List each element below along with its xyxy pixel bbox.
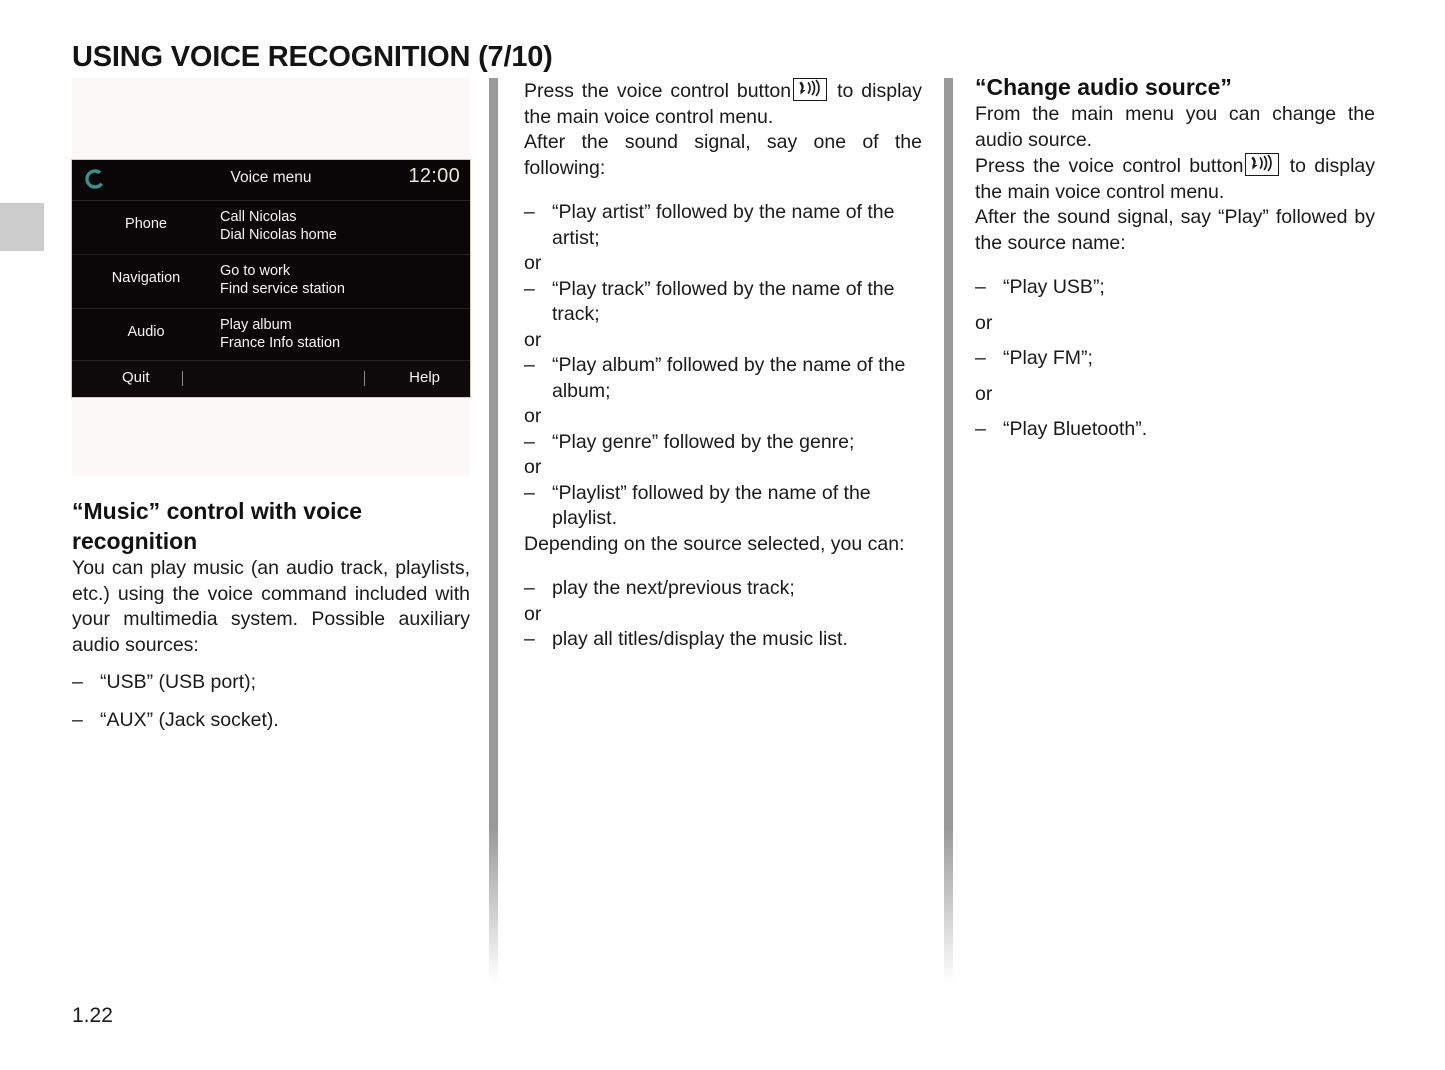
- right-column-heading: “Change audio source”: [975, 74, 1232, 100]
- screen-bottom-bar: Quit Help: [72, 360, 470, 397]
- or-connector: or: [524, 328, 542, 351]
- say-one-of-the-following-paragraph: After the sound signal, say one of the f…: [524, 131, 922, 179]
- separator-tick: [182, 371, 183, 386]
- dash-bullet: –: [524, 577, 535, 599]
- or-connector: or: [524, 405, 542, 427]
- voice-row-commands: Play album France Info station: [220, 316, 340, 352]
- list-item-label: “Play Bluetooth”.: [1003, 418, 1148, 440]
- press-voice-button-paragraph: Press the voice control button to displa…: [524, 78, 922, 130]
- list-item-label: “Play album” followed by the name of the…: [552, 354, 906, 402]
- page-title: USING VOICE RECOGNITION (7/10): [72, 41, 553, 74]
- voice-command: Call Nicolas: [220, 209, 297, 225]
- change-audio-source-paragraph: From the main menu you can change the au…: [975, 103, 1375, 151]
- or-connector: or: [524, 252, 542, 274]
- dash-bullet: –: [72, 708, 83, 731]
- voice-row-category: Navigation: [111, 270, 181, 286]
- screen-topbar: Voice menu 12:00: [72, 160, 470, 201]
- voice-control-button-icon: [793, 78, 828, 101]
- voice-row-phone[interactable]: Phone Call Nicolas Dial Nicolas home: [72, 201, 470, 255]
- voice-command: Play album: [220, 317, 292, 333]
- list-item-label: “USB” (USB port);: [100, 671, 257, 693]
- left-column: Voice menu 12:00 Phone Call Nicolas Dial…: [72, 78, 470, 733]
- voice-row-audio[interactable]: Audio Play album France Info station: [72, 309, 470, 363]
- press-voice-button-text-before: Press the voice control button: [975, 155, 1244, 177]
- list-item-label: “Play FM”;: [1003, 347, 1093, 369]
- voice-row-commands: Call Nicolas Dial Nicolas home: [220, 208, 337, 244]
- dash-bullet: –: [975, 347, 986, 369]
- list-item: – play all titles/display the music list…: [524, 627, 922, 653]
- help-button[interactable]: Help: [409, 369, 440, 386]
- left-column-heading: “Music” control with voice recognition: [72, 498, 363, 554]
- depending-on-source-paragraph: Depending on the source selected, you ca…: [524, 532, 905, 555]
- chapter-tab-marker: [0, 203, 44, 251]
- list-item-label: “Play genre” followed by the genre;: [552, 430, 855, 453]
- or-connector: or: [975, 382, 993, 405]
- list-item: – “AUX” (Jack socket).: [72, 708, 470, 734]
- voice-control-button-icon: [1245, 153, 1280, 176]
- voice-row-category: Audio: [127, 324, 165, 340]
- dash-bullet: –: [975, 276, 986, 298]
- left-column-paragraph: You can play music (an audio track, play…: [72, 557, 470, 656]
- auxiliary-sources-list: – “USB” (USB port); – “AUX” (Jack socket…: [72, 670, 470, 733]
- voice-row-category: Phone: [125, 216, 167, 232]
- dash-bullet: –: [524, 354, 535, 376]
- quit-button[interactable]: Quit: [122, 369, 150, 386]
- dash-bullet: –: [975, 418, 986, 440]
- right-column: “Change audio source” From the main menu…: [975, 74, 1375, 443]
- list-item-label: “Play track” followed by the name of the…: [552, 277, 895, 326]
- or-connector: or: [524, 456, 542, 478]
- voice-menu-screenshot-figure: Voice menu 12:00 Phone Call Nicolas Dial…: [72, 78, 470, 476]
- dash-bullet: –: [524, 430, 535, 453]
- list-item-label: “Playlist” followed by the name of the p…: [552, 481, 871, 530]
- or-connector: or: [975, 311, 993, 334]
- voice-command-rows: Phone Call Nicolas Dial Nicolas home Nav…: [72, 201, 470, 363]
- list-item: – “Play track” followed by the name of t…: [524, 277, 922, 328]
- list-item: – “Playlist” followed by the name of the…: [524, 481, 922, 532]
- voice-command: Go to work: [220, 263, 291, 279]
- infotainment-screen: Voice menu 12:00 Phone Call Nicolas Dial…: [72, 160, 470, 397]
- separator-tick: [364, 371, 365, 386]
- page-number: 1.22: [72, 1004, 113, 1027]
- dash-bullet: –: [524, 628, 535, 650]
- say-play-paragraph: After the sound signal, say “Play” follo…: [975, 206, 1375, 254]
- screen-clock: 12:00: [408, 165, 460, 187]
- voice-command: France Info station: [220, 335, 341, 351]
- column-divider-left: [489, 78, 498, 983]
- list-item: – “Play USB”;: [975, 275, 1375, 301]
- voice-command: Dial Nicolas home: [220, 227, 337, 243]
- list-item-label: “Play artist” followed by the name of th…: [552, 201, 895, 249]
- list-item-label: “AUX” (Jack socket).: [100, 708, 279, 731]
- dash-bullet: –: [524, 201, 535, 223]
- middle-column: Press the voice control button to displa…: [524, 78, 922, 653]
- dash-bullet: –: [524, 277, 535, 300]
- list-item-label: play the next/previous track;: [552, 577, 795, 599]
- list-item-label: “Play USB”;: [1003, 276, 1105, 298]
- voice-row-commands: Go to work Find service station: [220, 262, 345, 298]
- list-item: – “Play FM”;: [975, 346, 1375, 372]
- list-item: – “Play genre” followed by the genre;: [524, 430, 922, 456]
- or-connector: or: [524, 602, 542, 625]
- list-item: – play the next/previous track;: [524, 576, 922, 602]
- list-item: – “Play album” followed by the name of t…: [524, 353, 922, 404]
- dash-bullet: –: [72, 671, 83, 693]
- audio-sources-list: – “Play USB”; or – “Play FM”; or – “Play…: [975, 275, 1375, 443]
- voice-options-list: – “Play artist” followed by the name of …: [524, 200, 922, 532]
- dash-bullet: –: [524, 481, 535, 504]
- list-item: – “Play Bluetooth”.: [975, 417, 1375, 443]
- press-voice-button-text-before: Press the voice control button: [524, 80, 792, 102]
- press-voice-button-paragraph-right: Press the voice control button to displa…: [975, 153, 1375, 205]
- list-item-label: play all titles/display the music list.: [552, 628, 848, 650]
- available-actions-list: – play the next/previous track; or – pla…: [524, 576, 922, 653]
- voice-command: Find service station: [220, 281, 345, 297]
- column-divider-right: [944, 78, 953, 983]
- voice-row-navigation[interactable]: Navigation Go to work Find service stati…: [72, 255, 470, 309]
- list-item: – “USB” (USB port);: [72, 670, 470, 696]
- list-item: – “Play artist” followed by the name of …: [524, 200, 922, 251]
